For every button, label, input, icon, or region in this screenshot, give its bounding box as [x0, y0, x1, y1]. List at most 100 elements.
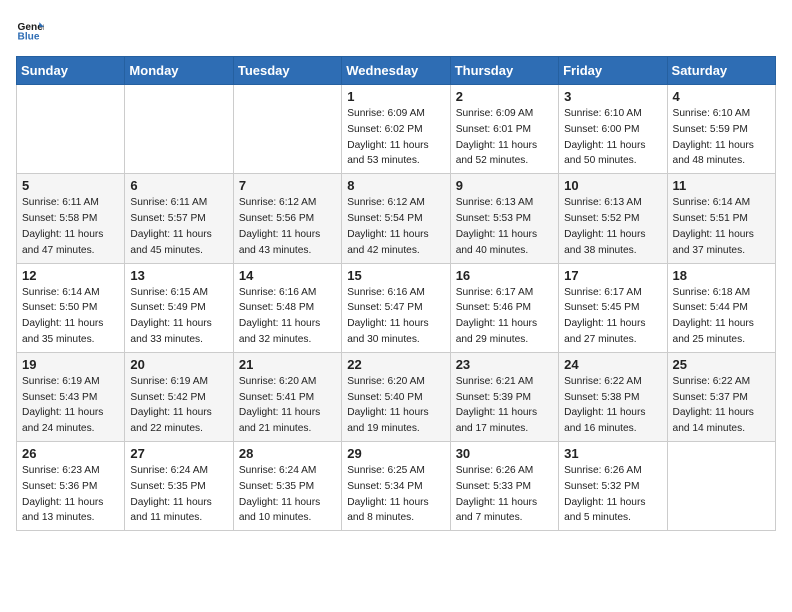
col-header-saturday: Saturday [667, 57, 775, 85]
col-header-tuesday: Tuesday [233, 57, 341, 85]
day-number: 13 [130, 268, 227, 283]
day-detail: Sunrise: 6:24 AMSunset: 5:35 PMDaylight:… [239, 463, 336, 526]
day-number: 11 [673, 178, 770, 193]
calendar-week-row: 26 Sunrise: 6:23 AMSunset: 5:36 PMDayligh… [17, 442, 776, 531]
day-number: 17 [564, 268, 661, 283]
calendar-cell: 23 Sunrise: 6:21 AMSunset: 5:39 PMDayligh… [450, 352, 558, 441]
calendar-week-row: 1 Sunrise: 6:09 AMSunset: 6:02 PMDaylight… [17, 85, 776, 174]
calendar-cell: 3 Sunrise: 6:10 AMSunset: 6:00 PMDaylight… [559, 85, 667, 174]
calendar-cell: 20 Sunrise: 6:19 AMSunset: 5:42 PMDayligh… [125, 352, 233, 441]
day-detail: Sunrise: 6:24 AMSunset: 5:35 PMDaylight:… [130, 463, 227, 526]
day-number: 27 [130, 446, 227, 461]
day-detail: Sunrise: 6:12 AMSunset: 5:56 PMDaylight:… [239, 195, 336, 258]
calendar-cell: 27 Sunrise: 6:24 AMSunset: 5:35 PMDayligh… [125, 442, 233, 531]
day-number: 29 [347, 446, 444, 461]
day-detail: Sunrise: 6:10 AMSunset: 5:59 PMDaylight:… [673, 106, 770, 169]
day-detail: Sunrise: 6:11 AMSunset: 5:58 PMDaylight:… [22, 195, 119, 258]
calendar-cell: 15Sunrise: 6:16 AMSunset: 5:47 PMDayligh… [342, 263, 450, 352]
col-header-thursday: Thursday [450, 57, 558, 85]
day-number: 10 [564, 178, 661, 193]
day-number: 4 [673, 89, 770, 104]
calendar-week-row: 19Sunrise: 6:19 AMSunset: 5:43 PMDayligh… [17, 352, 776, 441]
day-number: 6 [130, 178, 227, 193]
day-number: 24 [564, 357, 661, 372]
day-number: 30 [456, 446, 553, 461]
calendar-week-row: 12Sunrise: 6:14 AMSunset: 5:50 PMDayligh… [17, 263, 776, 352]
calendar-cell: 16Sunrise: 6:17 AMSunset: 5:46 PMDayligh… [450, 263, 558, 352]
calendar-cell: 6 Sunrise: 6:11 AMSunset: 5:57 PMDaylight… [125, 174, 233, 263]
day-detail: Sunrise: 6:11 AMSunset: 5:57 PMDaylight:… [130, 195, 227, 258]
day-detail: Sunrise: 6:14 AMSunset: 5:51 PMDaylight:… [673, 195, 770, 258]
calendar-cell: 19Sunrise: 6:19 AMSunset: 5:43 PMDayligh… [17, 352, 125, 441]
day-number: 22 [347, 357, 444, 372]
day-number: 18 [673, 268, 770, 283]
day-detail: Sunrise: 6:10 AMSunset: 6:00 PMDaylight:… [564, 106, 661, 169]
day-detail: Sunrise: 6:19 AMSunset: 5:43 PMDaylight:… [22, 374, 119, 437]
logo: General Blue [16, 16, 44, 44]
col-header-monday: Monday [125, 57, 233, 85]
calendar-cell: 18 Sunrise: 6:18 AMSunset: 5:44 PMDayligh… [667, 263, 775, 352]
day-number: 26 [22, 446, 119, 461]
day-number: 31 [564, 446, 661, 461]
day-detail: Sunrise: 6:12 AMSunset: 5:54 PMDaylight:… [347, 195, 444, 258]
day-number: 16 [456, 268, 553, 283]
calendar-cell: 9 Sunrise: 6:13 AMSunset: 5:53 PMDaylight… [450, 174, 558, 263]
calendar-header-row: SundayMondayTuesdayWednesdayThursdayFrid… [17, 57, 776, 85]
calendar-cell: 26 Sunrise: 6:23 AMSunset: 5:36 PMDayligh… [17, 442, 125, 531]
day-number: 8 [347, 178, 444, 193]
calendar-cell: 13 Sunrise: 6:15 AMSunset: 5:49 PMDayligh… [125, 263, 233, 352]
day-number: 12 [22, 268, 119, 283]
day-detail: Sunrise: 6:20 AMSunset: 5:40 PMDaylight:… [347, 374, 444, 437]
day-detail: Sunrise: 6:15 AMSunset: 5:49 PMDaylight:… [130, 285, 227, 348]
day-number: 25 [673, 357, 770, 372]
day-detail: Sunrise: 6:26 AMSunset: 5:33 PMDaylight:… [456, 463, 553, 526]
day-detail: Sunrise: 6:13 AMSunset: 5:52 PMDaylight:… [564, 195, 661, 258]
calendar-cell: 1 Sunrise: 6:09 AMSunset: 6:02 PMDaylight… [342, 85, 450, 174]
calendar-cell: 17 Sunrise: 6:17 AMSunset: 5:45 PMDayligh… [559, 263, 667, 352]
calendar-cell: 21 Sunrise: 6:20 AMSunset: 5:41 PMDayligh… [233, 352, 341, 441]
day-number: 9 [456, 178, 553, 193]
col-header-wednesday: Wednesday [342, 57, 450, 85]
calendar-cell: 31 Sunrise: 6:26 AMSunset: 5:32 PMDayligh… [559, 442, 667, 531]
day-detail: Sunrise: 6:26 AMSunset: 5:32 PMDaylight:… [564, 463, 661, 526]
calendar-week-row: 5 Sunrise: 6:11 AMSunset: 5:58 PMDaylight… [17, 174, 776, 263]
day-number: 2 [456, 89, 553, 104]
day-number: 20 [130, 357, 227, 372]
calendar-cell: 5 Sunrise: 6:11 AMSunset: 5:58 PMDaylight… [17, 174, 125, 263]
col-header-sunday: Sunday [17, 57, 125, 85]
logo-icon: General Blue [16, 16, 44, 44]
day-detail: Sunrise: 6:18 AMSunset: 5:44 PMDaylight:… [673, 285, 770, 348]
calendar-cell: 25Sunrise: 6:22 AMSunset: 5:37 PMDayligh… [667, 352, 775, 441]
calendar-table: SundayMondayTuesdayWednesdayThursdayFrid… [16, 56, 776, 531]
day-detail: Sunrise: 6:16 AMSunset: 5:47 PMDaylight:… [347, 285, 444, 348]
calendar-cell: 28 Sunrise: 6:24 AMSunset: 5:35 PMDayligh… [233, 442, 341, 531]
calendar-cell: 4 Sunrise: 6:10 AMSunset: 5:59 PMDaylight… [667, 85, 775, 174]
calendar-cell: 10 Sunrise: 6:13 AMSunset: 5:52 PMDayligh… [559, 174, 667, 263]
day-number: 3 [564, 89, 661, 104]
calendar-cell: 29 Sunrise: 6:25 AMSunset: 5:34 PMDayligh… [342, 442, 450, 531]
day-number: 5 [22, 178, 119, 193]
calendar-cell: 7Sunrise: 6:12 AMSunset: 5:56 PMDaylight… [233, 174, 341, 263]
day-detail: Sunrise: 6:13 AMSunset: 5:53 PMDaylight:… [456, 195, 553, 258]
svg-text:Blue: Blue [18, 31, 40, 42]
day-number: 28 [239, 446, 336, 461]
day-detail: Sunrise: 6:09 AMSunset: 6:02 PMDaylight:… [347, 106, 444, 169]
day-detail: Sunrise: 6:25 AMSunset: 5:34 PMDaylight:… [347, 463, 444, 526]
day-detail: Sunrise: 6:19 AMSunset: 5:42 PMDaylight:… [130, 374, 227, 437]
day-detail: Sunrise: 6:23 AMSunset: 5:36 PMDaylight:… [22, 463, 119, 526]
calendar-cell: 8 Sunrise: 6:12 AMSunset: 5:54 PMDaylight… [342, 174, 450, 263]
day-detail: Sunrise: 6:17 AMSunset: 5:45 PMDaylight:… [564, 285, 661, 348]
calendar-cell: 30 Sunrise: 6:26 AMSunset: 5:33 PMDayligh… [450, 442, 558, 531]
day-number: 1 [347, 89, 444, 104]
calendar-cell: 24 Sunrise: 6:22 AMSunset: 5:38 PMDayligh… [559, 352, 667, 441]
day-detail: Sunrise: 6:22 AMSunset: 5:38 PMDaylight:… [564, 374, 661, 437]
calendar-cell: 14Sunrise: 6:16 AMSunset: 5:48 PMDayligh… [233, 263, 341, 352]
calendar-cell [17, 85, 125, 174]
calendar-cell [233, 85, 341, 174]
day-number: 21 [239, 357, 336, 372]
day-detail: Sunrise: 6:16 AMSunset: 5:48 PMDaylight:… [239, 285, 336, 348]
day-detail: Sunrise: 6:21 AMSunset: 5:39 PMDaylight:… [456, 374, 553, 437]
calendar-cell: 22 Sunrise: 6:20 AMSunset: 5:40 PMDayligh… [342, 352, 450, 441]
day-detail: Sunrise: 6:20 AMSunset: 5:41 PMDaylight:… [239, 374, 336, 437]
day-number: 23 [456, 357, 553, 372]
